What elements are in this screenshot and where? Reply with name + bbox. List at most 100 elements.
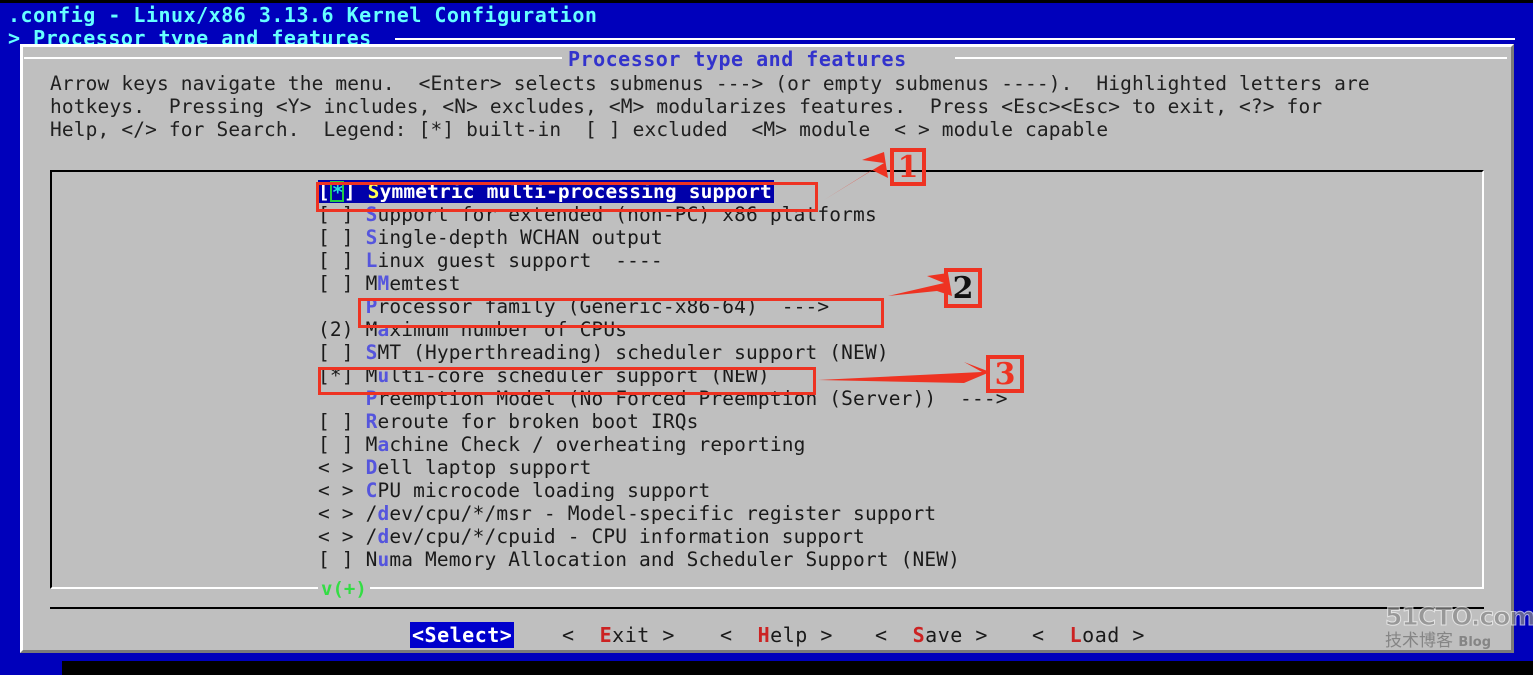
menu-item-label-prefix: / — [365, 525, 378, 548]
menu-item-state: < > — [318, 525, 366, 548]
menu-item-label: ingle-depth WCHAN output — [377, 226, 663, 249]
button-bar: <Select> < Exit > < Help > < Save > < Lo… — [0, 622, 1494, 652]
load-button[interactable]: < Load > — [1032, 622, 1145, 648]
annotation-highlight-box-1 — [316, 182, 818, 212]
menu-row: < > /dev/cpu/*/cpuid - CPU information s… — [318, 525, 1478, 548]
menu-item-hotkey: D — [365, 456, 378, 479]
menu-row: < > CPU microcode loading support — [318, 479, 1478, 502]
menu-item[interactable]: [ ] Machine Check / overheating reportin… — [318, 433, 1478, 456]
watermark-cn-text: 技术博客 — [1385, 631, 1453, 651]
menu-item-state: [ ] — [318, 341, 366, 364]
menu-item[interactable]: [ ] Linux guest support ---- — [318, 249, 1478, 272]
menu-item[interactable]: [ ] SMT (Hyperthreading) scheduler suppo… — [318, 341, 1478, 364]
screen-bottom-edge — [0, 661, 1533, 675]
menu-item-label: emtest — [389, 272, 461, 295]
watermark-subtitle: 技术博客 Blog — [1385, 630, 1525, 654]
annotation-highlight-box-2 — [358, 298, 884, 328]
terminal-title: .config - Linux/x86 3.13.6 Kernel Config… — [8, 3, 598, 27]
breadcrumb-rule — [395, 38, 1515, 40]
menu-item-state: < > — [318, 456, 366, 479]
terminal-cursor-row — [0, 653, 62, 675]
button-hotkey: H — [757, 623, 771, 647]
button-hotkey: E — [599, 623, 613, 647]
menu-item-label: MT (Hyperthreading) scheduler support (N… — [377, 341, 889, 364]
menu-item-hotkey: M — [377, 272, 390, 295]
menu-item-hotkey: L — [365, 249, 378, 272]
menu-item[interactable]: [ ] Reroute for broken boot IRQs — [318, 410, 1478, 433]
menu-row: [ ] SMT (Hyperthreading) scheduler suppo… — [318, 341, 1478, 364]
annotation-highlight-box-3 — [318, 367, 816, 395]
help-text-line-2: hotkeys. Pressing <Y> includes, <N> excl… — [50, 95, 1323, 118]
menu-item-state: < > — [318, 502, 366, 525]
dialog-caption-rule-right — [955, 57, 1507, 59]
menu-item-hotkey: R — [365, 410, 378, 433]
menu-item-hotkey: d — [377, 525, 390, 548]
menu-item-label: ell laptop support — [377, 456, 592, 479]
button-label: elp > — [770, 623, 833, 647]
menu-item-hotkey: d — [377, 502, 390, 525]
menu-item-label: PU microcode loading support — [377, 479, 711, 502]
menu-item-label: ev/cpu/*/cpuid - CPU information support — [389, 525, 865, 548]
menu-item[interactable]: [ ] Numa Memory Allocation and Scheduler… — [318, 548, 1478, 571]
exit-button[interactable]: < Exit > — [562, 622, 675, 648]
menu-item-label: ma Memory Allocation and Scheduler Suppo… — [389, 548, 961, 571]
dialog-caption: Processor type and features — [568, 47, 907, 71]
menu-row: [ ] Single-depth WCHAN output — [318, 226, 1478, 249]
menu-item-label: eroute for broken boot IRQs — [377, 410, 699, 433]
menu-row: [ ] Linux guest support ---- — [318, 249, 1478, 272]
menu-item-hotkey: C — [365, 479, 378, 502]
menu-item[interactable]: [ ] MMemtest — [318, 272, 1478, 295]
menu-item-state: [ ] — [318, 272, 366, 295]
menu-item-state: [ ] — [318, 433, 366, 456]
annotation-number-3: 3 — [986, 355, 1024, 393]
dialog-caption-rule-left — [24, 57, 562, 59]
help-text-line-1: Arrow keys navigate the menu. <Enter> se… — [50, 72, 1370, 95]
menu-item-label-prefix: M — [365, 272, 378, 295]
menu-item-label-prefix: M — [365, 433, 378, 456]
button-hotkey: L — [1069, 623, 1083, 647]
menu-row: [ ] MMemtest — [318, 272, 1478, 295]
menu-item-hotkey: a — [377, 433, 390, 456]
button-bracket-open: < — [1032, 623, 1070, 647]
annotation-number-2: 2 — [944, 268, 982, 308]
button-label: xit > — [612, 623, 675, 647]
menu-item[interactable]: < > /dev/cpu/*/cpuid - CPU information s… — [318, 525, 1478, 548]
terminal-screen: .config - Linux/x86 3.13.6 Kernel Config… — [0, 0, 1533, 675]
menu-item-hotkey: S — [365, 341, 378, 364]
menu-item-label: chine Check / overheating reporting — [389, 433, 806, 456]
menu-item-label-prefix: N — [365, 548, 378, 571]
menu-item-state: [ ] — [318, 548, 366, 571]
menu-item[interactable]: < > CPU microcode loading support — [318, 479, 1478, 502]
menu-item-state: < > — [318, 479, 366, 502]
menu-item-hotkey: S — [365, 226, 378, 249]
save-button[interactable]: < Save > — [875, 622, 988, 648]
menu-item-label: ev/cpu/*/msr - Model-specific register s… — [389, 502, 937, 525]
select-button[interactable]: <Select> — [410, 622, 515, 648]
help-button[interactable]: < Help > — [720, 622, 833, 648]
button-label: oad > — [1082, 623, 1145, 647]
scroll-down-indicator: v(+) — [318, 578, 370, 600]
menu-item[interactable]: < > Dell laptop support — [318, 456, 1478, 479]
button-hotkey: S — [912, 623, 926, 647]
menu-item-label-prefix: / — [365, 502, 378, 525]
menu-item-state: [ ] — [318, 410, 366, 433]
help-text-line-3: Help, </> for Search. Legend: [*] built-… — [50, 118, 1109, 141]
button-bar-separator — [50, 607, 1484, 609]
menu-row: [ ] Numa Memory Allocation and Scheduler… — [318, 548, 1478, 571]
button-bracket-open: < — [720, 623, 758, 647]
button-label: ave > — [925, 623, 988, 647]
menu-item-hotkey: u — [377, 548, 390, 571]
watermark-blog-text: Blog — [1458, 635, 1492, 650]
menu-item-label: inux guest support ---- — [377, 249, 663, 272]
watermark-site: 51CTO.com — [1385, 602, 1533, 631]
menu-item[interactable]: [ ] Single-depth WCHAN output — [318, 226, 1478, 249]
menu-item-state: [ ] — [318, 249, 366, 272]
menu-row: [ ] Machine Check / overheating reportin… — [318, 433, 1478, 456]
menu-row: [ ] Reroute for broken boot IRQs — [318, 410, 1478, 433]
menu-row: < > /dev/cpu/*/msr - Model-specific regi… — [318, 502, 1478, 525]
button-bracket-open: < — [562, 623, 600, 647]
button-bracket-open: < — [875, 623, 913, 647]
menu-row: < > Dell laptop support — [318, 456, 1478, 479]
menu-item-state: [ ] — [318, 226, 366, 249]
menu-item[interactable]: < > /dev/cpu/*/msr - Model-specific regi… — [318, 502, 1478, 525]
